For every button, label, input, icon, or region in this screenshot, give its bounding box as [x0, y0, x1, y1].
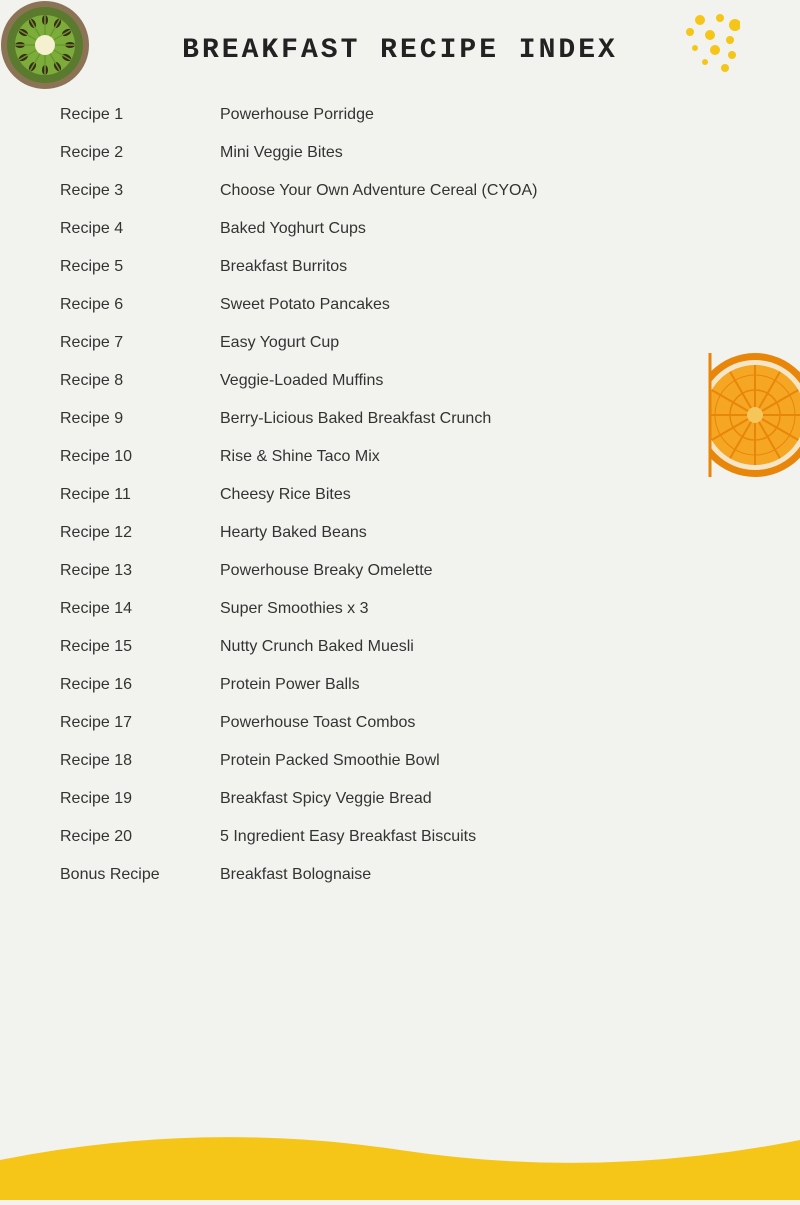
recipe-number: Recipe 3: [60, 182, 220, 200]
recipe-name: Baked Yoghurt Cups: [220, 220, 366, 238]
orange-decoration: [690, 350, 800, 480]
recipe-number: Recipe 17: [60, 714, 220, 732]
recipe-row: Recipe 5Breakfast Burritos: [60, 248, 740, 286]
recipe-number: Recipe 7: [60, 334, 220, 352]
recipe-number: Recipe 20: [60, 828, 220, 846]
recipe-row: Recipe 14Super Smoothies x 3: [60, 590, 740, 628]
recipe-row: Recipe 2Mini Veggie Bites: [60, 134, 740, 172]
recipe-row: Recipe 17Powerhouse Toast Combos: [60, 704, 740, 742]
recipe-number: Bonus Recipe: [60, 866, 220, 884]
recipe-row: Bonus RecipeBreakfast Bolognaise: [60, 856, 740, 894]
recipe-name: Super Smoothies x 3: [220, 600, 369, 618]
recipe-name: Rise & Shine Taco Mix: [220, 448, 380, 466]
recipe-name: Easy Yogurt Cup: [220, 334, 339, 352]
recipe-name: Sweet Potato Pancakes: [220, 296, 390, 314]
recipe-row: Recipe 8Veggie-Loaded Muffins: [60, 362, 740, 400]
recipe-number: Recipe 8: [60, 372, 220, 390]
recipe-number: Recipe 9: [60, 410, 220, 428]
kiwi-decoration: [0, 0, 90, 90]
recipe-name: Hearty Baked Beans: [220, 524, 367, 542]
recipe-row: Recipe 12Hearty Baked Beans: [60, 514, 740, 552]
recipe-name: 5 Ingredient Easy Breakfast Biscuits: [220, 828, 476, 846]
recipe-name: Cheesy Rice Bites: [220, 486, 351, 504]
recipe-number: Recipe 5: [60, 258, 220, 276]
recipe-number: Recipe 4: [60, 220, 220, 238]
recipe-name: Powerhouse Breaky Omelette: [220, 562, 433, 580]
recipe-row: Recipe 16Protein Power Balls: [60, 666, 740, 704]
recipe-number: Recipe 15: [60, 638, 220, 656]
recipe-name: Veggie-Loaded Muffins: [220, 372, 383, 390]
recipe-number: Recipe 14: [60, 600, 220, 618]
recipe-number: Recipe 2: [60, 144, 220, 162]
recipe-number: Recipe 1: [60, 106, 220, 124]
recipe-name: Breakfast Bolognaise: [220, 866, 371, 884]
recipe-number: Recipe 10: [60, 448, 220, 466]
recipe-row: Recipe 19Breakfast Spicy Veggie Bread: [60, 780, 740, 818]
recipe-name: Breakfast Spicy Veggie Bread: [220, 790, 432, 808]
recipe-row: Recipe 4Baked Yoghurt Cups: [60, 210, 740, 248]
recipe-name: Powerhouse Toast Combos: [220, 714, 415, 732]
recipe-list: Recipe 1Powerhouse PorridgeRecipe 2Mini …: [0, 96, 800, 894]
recipe-number: Recipe 11: [60, 486, 220, 504]
recipe-number: Recipe 13: [60, 562, 220, 580]
recipe-row: Recipe 9Berry-Licious Baked Breakfast Cr…: [60, 400, 740, 438]
recipe-row: Recipe 3Choose Your Own Adventure Cereal…: [60, 172, 740, 210]
recipe-number: Recipe 16: [60, 676, 220, 694]
recipe-row: Recipe 1Powerhouse Porridge: [60, 96, 740, 134]
recipe-row: Recipe 18Protein Packed Smoothie Bowl: [60, 742, 740, 780]
recipe-name: Berry-Licious Baked Breakfast Crunch: [220, 410, 491, 428]
recipe-name: Powerhouse Porridge: [220, 106, 374, 124]
recipe-name: Protein Power Balls: [220, 676, 360, 694]
page: BREAKFAST RECIPE INDEX Recipe 1Powerhous…: [0, 0, 800, 1200]
recipe-name: Mini Veggie Bites: [220, 144, 343, 162]
recipe-row: Recipe 205 Ingredient Easy Breakfast Bis…: [60, 818, 740, 856]
recipe-name: Nutty Crunch Baked Muesli: [220, 638, 414, 656]
recipe-name: Protein Packed Smoothie Bowl: [220, 752, 440, 770]
recipe-row: Recipe 6Sweet Potato Pancakes: [60, 286, 740, 324]
recipe-row: Recipe 11Cheesy Rice Bites: [60, 476, 740, 514]
recipe-row: Recipe 10Rise & Shine Taco Mix: [60, 438, 740, 476]
recipe-row: Recipe 13Powerhouse Breaky Omelette: [60, 552, 740, 590]
dots-decoration: [620, 10, 740, 95]
wave-bottom-decoration: [0, 1120, 800, 1200]
recipe-number: Recipe 18: [60, 752, 220, 770]
recipe-row: Recipe 7Easy Yogurt Cup: [60, 324, 740, 362]
recipe-number: Recipe 19: [60, 790, 220, 808]
recipe-row: Recipe 15Nutty Crunch Baked Muesli: [60, 628, 740, 666]
recipe-name: Breakfast Burritos: [220, 258, 347, 276]
recipe-name: Choose Your Own Adventure Cereal (CYOA): [220, 182, 538, 200]
recipe-number: Recipe 12: [60, 524, 220, 542]
recipe-number: Recipe 6: [60, 296, 220, 314]
